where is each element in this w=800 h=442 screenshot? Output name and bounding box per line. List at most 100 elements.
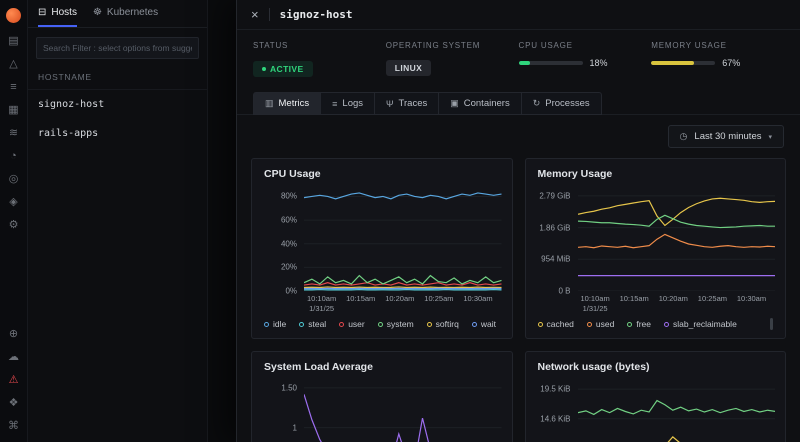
legend-item-softirq[interactable]: softirq <box>426 319 459 329</box>
x-tick-label: 10:20am <box>658 294 688 303</box>
legend-dot-icon <box>471 321 477 327</box>
legend-label: free <box>636 319 652 329</box>
y-tick-label: 19.5 KiB <box>540 384 571 394</box>
tab-kubernetes[interactable]: ☸ Kubernetes <box>93 0 158 27</box>
integrations-icon[interactable]: ❖ <box>9 398 19 409</box>
cpu-usage-value: 18% <box>589 58 608 68</box>
series-used <box>578 234 776 247</box>
chart-title: CPU Usage <box>264 168 321 180</box>
x-tick-label: 10:25am <box>424 294 454 303</box>
legend-dot-icon <box>627 321 633 327</box>
clock-icon: ◷ <box>679 131 688 141</box>
time-range-select[interactable]: ◷ Last 30 minutes ▾ <box>667 125 784 148</box>
os-badge: LINUX <box>385 60 432 76</box>
signoz-logo-icon[interactable] <box>6 8 21 23</box>
legend-item-steal[interactable]: steal <box>299 319 326 329</box>
tab-processes[interactable]: ↻ Processes <box>520 92 602 115</box>
x-tick-label: 10:15am <box>619 294 649 303</box>
legend-item-wait[interactable]: wait <box>471 319 496 329</box>
legend-item-slab_reclaimable[interactable]: slab_reclaimable <box>664 319 737 329</box>
memory-usage-label: MEMORY USAGE <box>651 41 727 50</box>
legend-label: slab_reclaimable <box>673 319 737 329</box>
y-tick-label: 1 <box>292 423 297 433</box>
legend-scrollbar[interactable] <box>770 318 773 330</box>
chart-panel-memory-usage: Memory Usage 2.79 GiB 1.86 GiB 954 MiB 0 B 10… <box>524 158 786 339</box>
legend-item-idle[interactable]: idle <box>264 319 286 329</box>
table-row[interactable]: rails-apps <box>28 119 207 148</box>
legend-label: idle <box>273 319 287 329</box>
drawer-header: × signoz-host <box>237 0 800 30</box>
tab-label: Containers <box>463 98 510 109</box>
charts-grid: CPU Usage 80% 60% 40% 20% 0% 10:10am 1/31/25 10:… <box>237 150 800 442</box>
tab-traces[interactable]: Ψ Traces <box>374 92 440 115</box>
legend-label: wait <box>480 319 496 329</box>
y-tick-label: 2.79 GiB <box>539 191 571 201</box>
tab-label: Metrics <box>278 98 310 109</box>
os-label: OPERATING SYSTEM <box>385 41 481 50</box>
alerts-icon[interactable]: △ <box>9 59 17 70</box>
y-tick-label: 0 B <box>558 286 571 296</box>
settings-icon[interactable]: ⚙ <box>9 220 19 231</box>
tab-containers[interactable]: ▣ Containers <box>438 92 522 115</box>
hosts-tab-bar: ⊟ Hosts ☸ Kubernetes <box>28 0 207 28</box>
logs-icon[interactable]: ≡ <box>10 82 16 93</box>
y-tick-label: 954 MiB <box>541 254 571 264</box>
series-cached <box>578 198 776 225</box>
exceptions-icon[interactable]: ◎ <box>9 174 19 185</box>
legend-dot-icon <box>537 321 543 327</box>
kubernetes-icon: ☸ <box>92 7 102 18</box>
legend-item-cached[interactable]: cached <box>537 319 574 329</box>
chart-legend: cached used free slab_reclaimable <box>526 315 786 338</box>
memory-usage-value: 67% <box>722 58 741 68</box>
table-row[interactable]: signoz-host <box>28 90 207 119</box>
chevron-down-icon: ▾ <box>768 133 772 141</box>
error-alert-icon[interactable]: ⚠ <box>9 375 19 386</box>
tab-metrics[interactable]: ▥ Metrics <box>253 92 322 115</box>
y-tick-label: 14.6 KiB <box>540 414 571 424</box>
billing-icon[interactable]: ◈ <box>9 197 17 208</box>
y-tick-label: 1.86 GiB <box>539 223 571 233</box>
legend-item-used[interactable]: used <box>586 319 614 329</box>
x-tick-label: 10:15am <box>346 294 376 303</box>
legend-item-free[interactable]: free <box>627 319 651 329</box>
search-wrapper <box>28 28 207 65</box>
x-tick-label: 10:30am <box>463 294 493 303</box>
drawer-title: signoz-host <box>279 8 353 21</box>
status-dot-icon <box>262 67 266 71</box>
y-tick-label: 40% <box>280 239 297 249</box>
legend-dot-icon <box>264 321 269 327</box>
services-icon[interactable]: ▤ <box>8 36 18 47</box>
legend-label: softirq <box>435 319 459 329</box>
series-series2 <box>578 437 776 442</box>
time-row: ◷ Last 30 minutes ▾ <box>237 115 800 150</box>
legend-item-system[interactable]: system <box>377 319 414 329</box>
series-free <box>578 215 776 227</box>
y-tick-label: 0% <box>285 286 297 296</box>
status-badge: ACTIVE <box>253 61 313 77</box>
os-block: OPERATING SYSTEM LINUX <box>385 41 519 77</box>
plot-area <box>304 187 502 291</box>
status-row: STATUS ACTIVE OPERATING SYSTEM LINUX CPU… <box>237 30 800 83</box>
series-series1 <box>304 394 502 442</box>
x-tick-label: 10:20am <box>385 294 415 303</box>
shortcuts-icon[interactable]: ⌘ <box>8 421 19 432</box>
cloud-icon[interactable]: ☁ <box>8 352 19 363</box>
pipelines-icon[interactable]: ≋ <box>9 128 18 139</box>
status-block: STATUS ACTIVE <box>253 41 386 77</box>
time-range-value: Last 30 minutes <box>694 131 762 142</box>
tab-hosts[interactable]: ⊟ Hosts <box>38 0 77 27</box>
tab-logs[interactable]: ≡ Logs <box>320 92 376 115</box>
memory-usage: 67% <box>651 58 784 68</box>
y-axis: 1.5010.500 <box>258 380 304 442</box>
usage-icon[interactable]: ◔ <box>10 151 17 162</box>
close-icon[interactable]: × <box>251 7 259 22</box>
legend-dot-icon <box>426 321 432 327</box>
legend-item-user[interactable]: user <box>339 319 365 329</box>
y-tick-label: 1.50 <box>281 383 297 393</box>
status-value: ACTIVE <box>270 64 304 74</box>
search-input[interactable] <box>36 37 199 59</box>
dashboards-icon[interactable]: ▦ <box>8 105 18 116</box>
get-started-icon[interactable]: ⊕ <box>9 329 18 340</box>
chart-title: System Load Average <box>264 361 373 373</box>
icon-rail: ▤ △ ≡ ▦ ≋ ◔ ◎ ◈ ⚙ ⊕ ☁ ⚠ ❖ ⌘ <box>0 0 28 442</box>
